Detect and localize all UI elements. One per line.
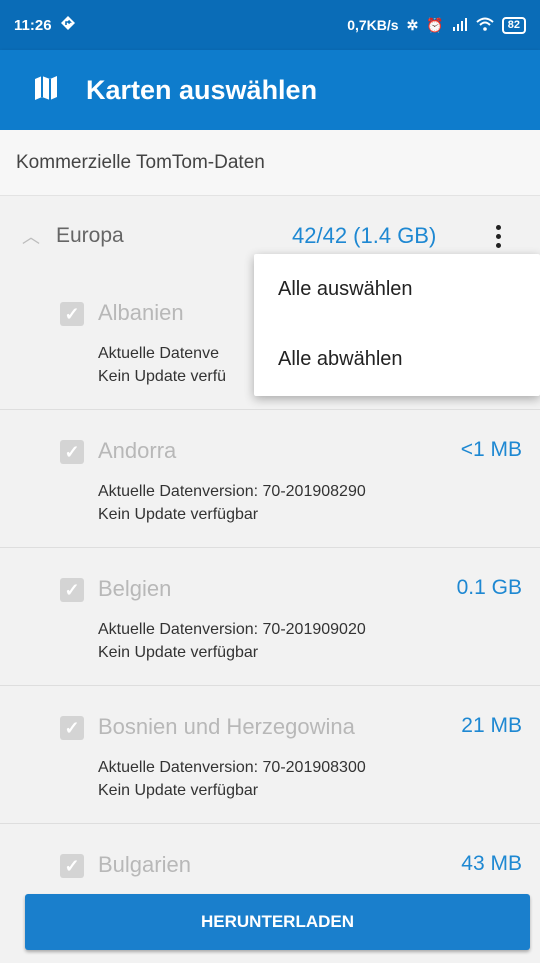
checkbox[interactable]: ✓ — [60, 716, 84, 740]
status-left: 11:26 — [14, 15, 76, 35]
update-status-text: Kein Update verfügbar — [98, 506, 259, 523]
data-version-text: Aktuelle Datenve — [98, 345, 219, 362]
list-item[interactable]: ✓ Andorra <1 MB Aktuelle Datenversion: 7… — [0, 410, 540, 548]
app-bar: Karten auswählen — [0, 50, 540, 130]
chevron-up-icon[interactable]: ︿ — [22, 223, 40, 249]
data-version-text: Aktuelle Datenversion: 70-201909020 — [98, 621, 366, 638]
status-bar: 11:26 0,7KB/s ✲ ⏰ 82 — [0, 0, 540, 50]
checkbox[interactable]: ✓ — [60, 302, 84, 326]
list-item[interactable]: ✓ Belgien 0.1 GB Aktuelle Datenversion: … — [0, 548, 540, 686]
status-right: 0,7KB/s ✲ ⏰ 82 — [347, 16, 526, 34]
data-version-text: Aktuelle Datenversion: 70-201908300 — [98, 759, 366, 776]
country-size: 21 MB — [461, 714, 522, 737]
section-summary: 42/42 (1.4 GB) — [292, 223, 437, 248]
overflow-menu: Alle auswählen Alle abwählen — [254, 254, 540, 396]
map-icon — [34, 75, 58, 106]
status-time: 11:26 — [14, 16, 52, 34]
navigation-icon — [60, 15, 76, 35]
wifi-icon — [476, 17, 494, 34]
list-item[interactable]: ✓ Bulgarien 43 MB — [0, 824, 540, 884]
country-name: Bulgarien — [98, 852, 191, 877]
bluetooth-icon: ✲ — [406, 16, 419, 33]
data-source-label: Kommerzielle TomTom-Daten — [0, 130, 540, 196]
country-size: 43 MB — [461, 852, 522, 875]
checkbox[interactable]: ✓ — [60, 578, 84, 602]
update-status-text: Kein Update verfü — [98, 368, 227, 385]
download-button[interactable]: HERUNTERLADEN — [25, 894, 530, 950]
signal-icon — [452, 17, 468, 34]
checkbox[interactable]: ✓ — [60, 440, 84, 464]
page-title: Karten auswählen — [86, 74, 318, 105]
checkbox[interactable]: ✓ — [60, 854, 84, 878]
update-status-text: Kein Update verfügbar — [98, 644, 259, 661]
country-name: Belgien — [98, 576, 172, 601]
country-size: <1 MB — [460, 438, 522, 461]
section-name: Europa — [56, 224, 124, 247]
network-speed: 0,7KB/s — [347, 17, 399, 33]
country-name: Bosnien und Herzegowina — [98, 714, 355, 739]
country-size: 0.1 GB — [456, 576, 522, 599]
menu-item-deselect-all[interactable]: Alle abwählen — [254, 324, 540, 394]
alarm-icon: ⏰ — [426, 16, 444, 33]
more-options-icon[interactable] — [488, 218, 508, 254]
update-status-text: Kein Update verfügbar — [98, 782, 259, 799]
menu-item-select-all[interactable]: Alle auswählen — [254, 254, 540, 324]
country-name: Albanien — [98, 300, 184, 325]
battery-icon: 82 — [501, 16, 526, 34]
data-version-text: Aktuelle Datenversion: 70-201908290 — [98, 483, 366, 500]
list-item[interactable]: ✓ Bosnien und Herzegowina 21 MB Aktuelle… — [0, 686, 540, 824]
country-name: Andorra — [98, 438, 177, 463]
